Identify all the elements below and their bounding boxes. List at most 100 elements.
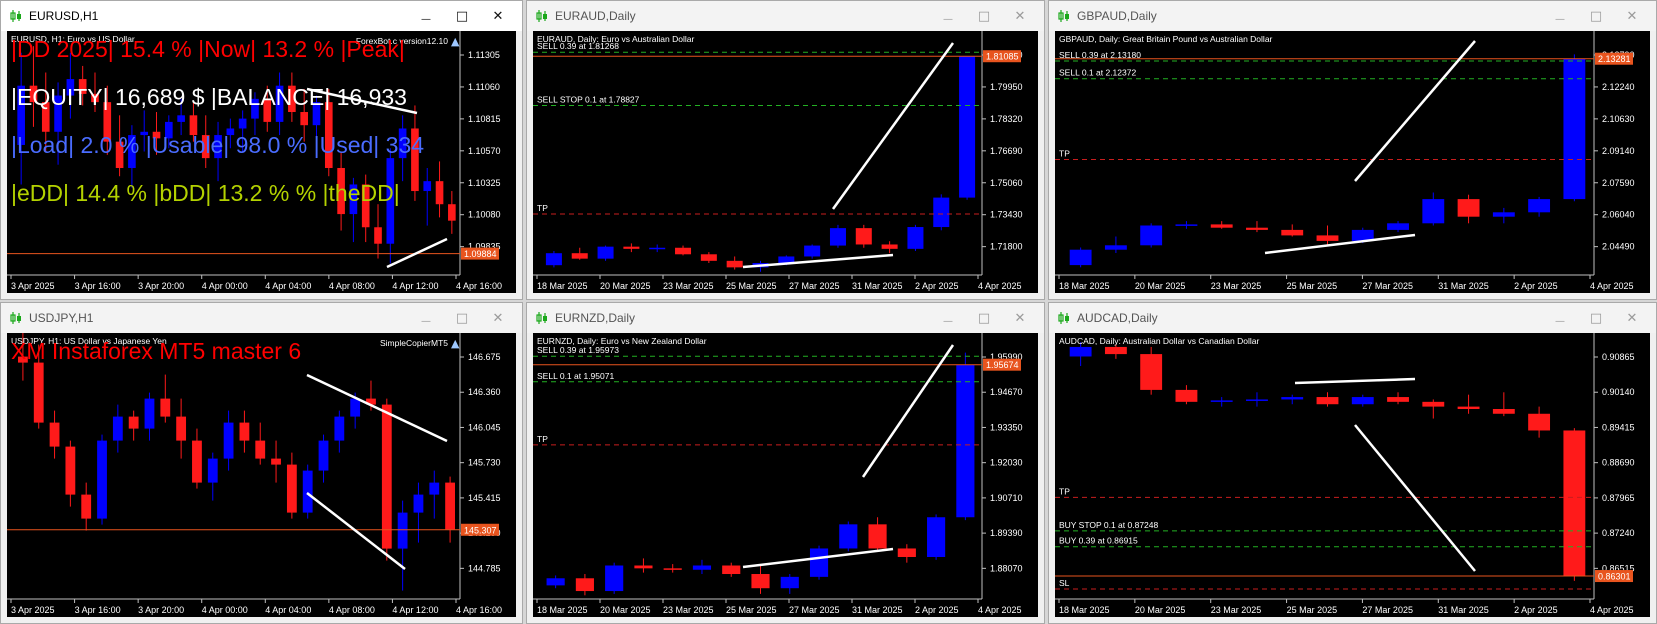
time-tick-label: 4 Apr 2025	[1590, 605, 1634, 615]
trend-line[interactable]	[386, 237, 448, 269]
chart-window-usdjpy-h1[interactable]: USDJPY,H1 — □ ✕ 146.675 146.360 146.045 145.730…	[0, 302, 523, 624]
minimize-button[interactable]: —	[1542, 1, 1578, 31]
window-titlebar[interactable]: GBPAUD,Daily — □ ✕	[1049, 1, 1656, 31]
time-tick-label: 3 Apr 2025	[11, 281, 55, 291]
price-chart[interactable]: 146.675146.360146.045145.730145.415145.1…	[7, 333, 516, 617]
candle-body	[634, 565, 653, 569]
chart-symbol-label: EURAUD, Daily: Euro vs Australian Dollar	[537, 34, 694, 44]
price-tick-label: 1.11305	[468, 50, 500, 60]
candle-body	[381, 404, 392, 549]
close-icon: ✕	[1626, 8, 1638, 24]
order-level-label: BUY STOP 0.1 at 0.87248	[1059, 520, 1159, 530]
trend-line[interactable]	[306, 373, 448, 443]
trend-line[interactable]	[742, 253, 894, 269]
candle-body	[1210, 400, 1233, 402]
minimize-button[interactable]: —	[408, 303, 444, 333]
bid-price-label: 2.13281	[1598, 54, 1631, 64]
candle-body	[1492, 408, 1515, 414]
trend-line[interactable]	[1354, 424, 1476, 572]
candle-body	[1104, 346, 1127, 355]
time-tick-label: 4 Apr 08:00	[329, 605, 375, 615]
window-controls: — □ ✕	[930, 1, 1038, 31]
maximize-button[interactable]: □	[1578, 1, 1614, 31]
candle-body	[423, 181, 432, 192]
window-titlebar[interactable]: USDJPY,H1 — □ ✕	[1, 303, 522, 333]
window-titlebar[interactable]: EURAUD,Daily — □ ✕	[527, 1, 1044, 31]
minimize-button[interactable]: —	[408, 1, 444, 31]
chart-canvas[interactable]: 146.675146.360146.045145.730145.415145.1…	[7, 333, 518, 619]
trend-line[interactable]	[1264, 233, 1416, 255]
close-button[interactable]: ✕	[1614, 303, 1650, 333]
window-title: GBPAUD,Daily	[1077, 9, 1157, 23]
time-tick-label: 31 Mar 2025	[852, 605, 903, 615]
chart-window-eurusd-h1[interactable]: EURUSD,H1 — □ ✕ 1.11305 1.11060 1.10815 1.10570…	[0, 0, 523, 300]
chart-canvas[interactable]: 1.959901.946701.933501.920301.907101.893…	[533, 333, 1040, 619]
candle-body	[112, 416, 123, 441]
order-level-label: BUY 0.39 at 0.86915	[1059, 536, 1138, 546]
chart-window-icon	[1058, 10, 1069, 22]
chart-symbol-label: AUDCAD, Daily: Australian Dollar vs Cana…	[1059, 336, 1259, 346]
close-button[interactable]: ✕	[480, 303, 516, 333]
candle-body	[397, 512, 408, 549]
minimize-button[interactable]: —	[930, 1, 966, 31]
chart-window-gbpaud-daily[interactable]: GBPAUD,Daily —□ ✕ 2.137902.122402.106302.09…	[1048, 0, 1657, 300]
time-tick-label: 2 Apr 2025	[1514, 281, 1558, 291]
candle-body	[1422, 401, 1445, 407]
price-tick-label: 1.10080	[468, 210, 501, 220]
candle-body	[546, 578, 565, 586]
maximize-button[interactable]: □	[444, 1, 480, 31]
close-button[interactable]: ✕	[1614, 1, 1650, 31]
bid-price-label: 1.81085	[986, 52, 1019, 62]
price-tick-label: 1.11060	[468, 82, 500, 92]
time-tick-label: 31 Mar 2025	[1438, 605, 1489, 615]
candle-body	[33, 362, 44, 423]
minimize-button[interactable]: —	[1542, 303, 1578, 333]
minimize-button[interactable]: —	[930, 303, 966, 333]
time-tick-label: 25 Mar 2025	[1287, 281, 1338, 291]
trend-line[interactable]	[831, 42, 955, 210]
time-tick-label: 18 Mar 2025	[1059, 281, 1110, 291]
window-titlebar[interactable]: AUDCAD,Daily — □ ✕	[1049, 303, 1656, 333]
close-icon: ✕	[1626, 310, 1638, 326]
maximize-button[interactable]: □	[444, 303, 480, 333]
close-button[interactable]: ✕	[1002, 303, 1038, 333]
close-button[interactable]: ✕	[1002, 1, 1038, 31]
candle-body	[868, 524, 887, 549]
candle-body	[1457, 406, 1480, 409]
maximize-button[interactable]: □	[966, 303, 1002, 333]
time-tick-label: 4 Apr 12:00	[392, 605, 438, 615]
candle-body	[700, 254, 717, 261]
price-chart[interactable]: 1.11305 1.11060 1.10815 1.10570 1.10325 1.100…	[7, 31, 516, 293]
candle-body	[692, 565, 712, 570]
window-titlebar[interactable]: EURUSD,H1 — □ ✕	[1, 1, 522, 31]
order-level-label: SELL 0.1 at 2.12372	[1059, 68, 1136, 78]
expert-advisor-label: SimpleCopierMT5	[380, 338, 448, 348]
chart-canvas[interactable]: 2.137902.122402.106302.091402.075902.060…	[1055, 31, 1652, 295]
chart-window-eurnzd-daily[interactable]: EURNZD,Daily — □ ✕ 1.95990 1.94670 1.93350 1.92…	[526, 302, 1045, 624]
candle-body	[927, 517, 946, 557]
chart-window-euraud-daily[interactable]: EURAUD,Daily—□✕1.815801.799501.783201.76…	[526, 0, 1045, 300]
price-chart[interactable]: 1.815801.799501.783201.766901.750601.734…	[533, 31, 1038, 293]
candle-body	[445, 482, 455, 530]
chart-window-audcad-daily[interactable]: AUDCAD,Daily — □ ✕ 0.90865 0.90140 0.89415 0.88…	[1048, 302, 1657, 624]
candle-body	[49, 422, 60, 447]
maximize-icon: □	[977, 310, 991, 326]
chart-canvas[interactable]: 1.11305 1.11060 1.10815 1.10570 1.10325 1.100…	[7, 31, 518, 295]
chart-canvas[interactable]: 1.815801.799501.783201.766901.750601.734…	[533, 31, 1040, 295]
maximize-button[interactable]: □	[966, 1, 1002, 31]
time-tick-label: 4 Apr 12:00	[392, 281, 438, 291]
price-chart[interactable]: 0.90865 0.90140 0.89415 0.88690 0.87965 0.872…	[1055, 333, 1650, 617]
maximize-button[interactable]: □	[1578, 303, 1614, 333]
candle-body	[1069, 249, 1092, 266]
minimize-icon: —	[1555, 315, 1565, 327]
candle-body	[286, 464, 297, 513]
price-chart[interactable]: 1.95990 1.94670 1.93350 1.92030 1.90710 1.893…	[533, 333, 1038, 617]
candle-body	[1104, 245, 1127, 250]
price-chart[interactable]: 2.137902.122402.106302.091402.075902.060…	[1055, 31, 1650, 293]
trend-line[interactable]	[1294, 377, 1416, 385]
chart-canvas[interactable]: 0.90865 0.90140 0.89415 0.88690 0.87965 0.872…	[1055, 333, 1652, 619]
candle-body	[1387, 397, 1409, 402]
candle-body	[255, 440, 266, 459]
close-button[interactable]: ✕	[480, 1, 516, 31]
window-titlebar[interactable]: EURNZD,Daily — □ ✕	[527, 303, 1044, 333]
